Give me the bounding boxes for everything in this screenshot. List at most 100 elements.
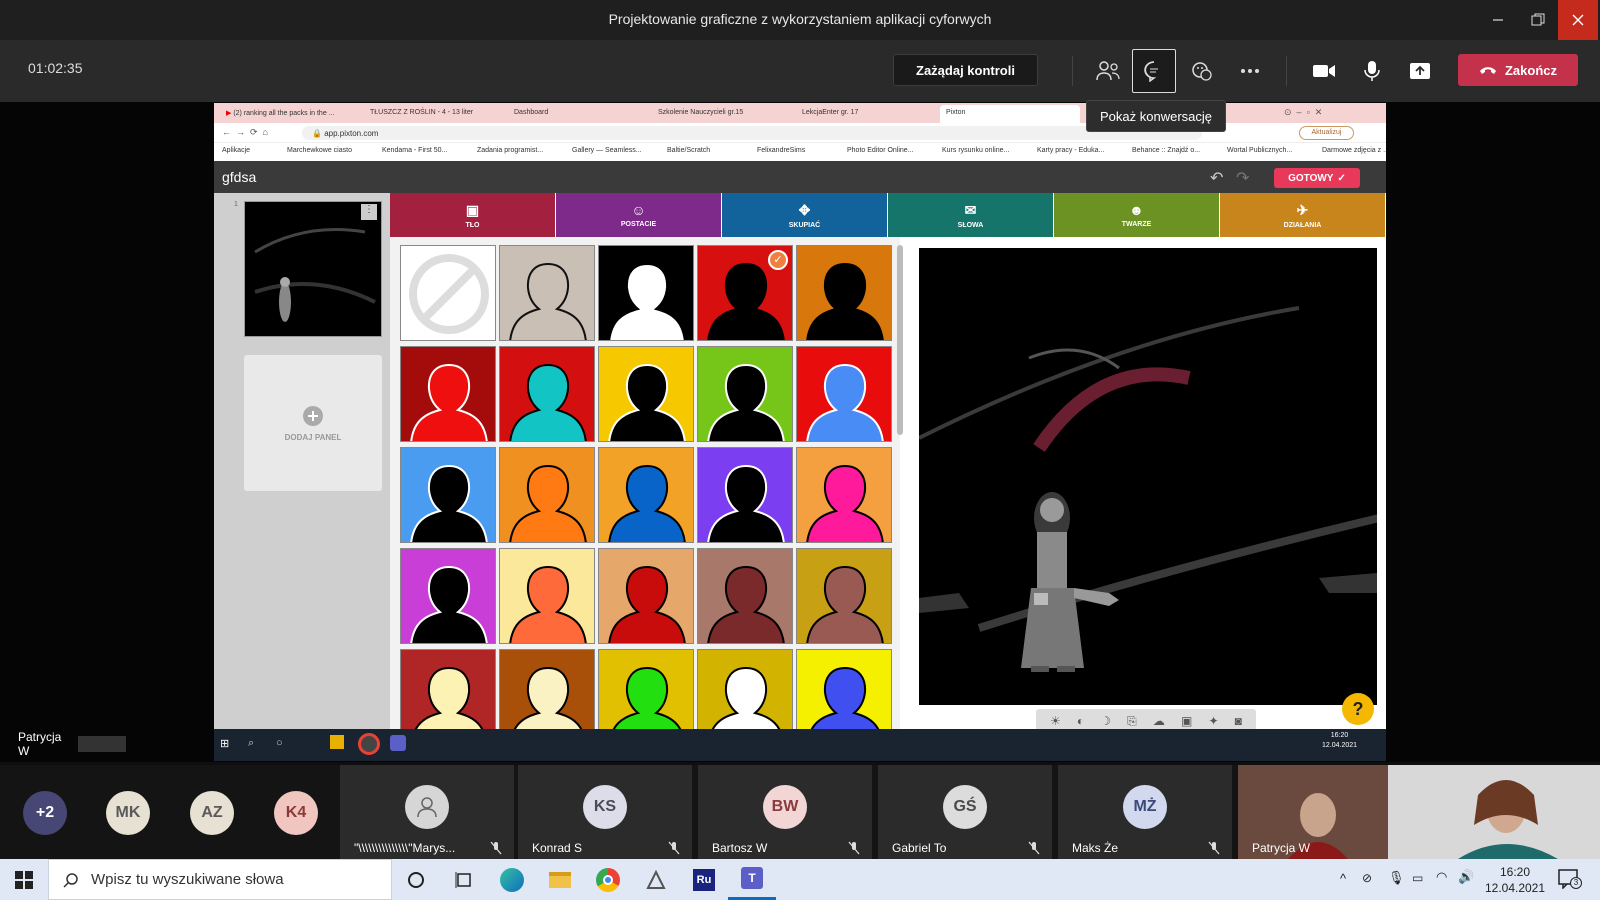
microphone-icon[interactable] [1350, 49, 1394, 93]
tray-app-icon[interactable]: ⊘ [1362, 871, 1372, 885]
skin-color-swatch[interactable] [598, 548, 694, 644]
help-button[interactable]: ? [1342, 693, 1374, 725]
skin-color-swatch[interactable]: ✓ [697, 245, 793, 341]
skin-color-swatch[interactable] [499, 245, 595, 341]
request-control-button[interactable]: Zażądaj kontroli [893, 54, 1038, 86]
skin-color-swatch[interactable] [598, 245, 694, 341]
bookmark-item[interactable]: Zadania programist... [477, 147, 543, 154]
cloud-icon[interactable]: ☁ [1153, 714, 1165, 728]
overflow-participants[interactable]: +2 [23, 791, 67, 835]
participant-tile[interactable]: MŻ Maks Że [1058, 765, 1232, 859]
browser-tab-active[interactable]: Pixton [940, 105, 1080, 123]
minimize-button[interactable] [1478, 0, 1518, 40]
skin-color-swatch[interactable] [796, 346, 892, 442]
comic-canvas[interactable] [919, 248, 1377, 705]
skin-color-swatch[interactable] [796, 245, 892, 341]
cortana-icon[interactable] [392, 859, 440, 900]
restore-button[interactable] [1518, 0, 1558, 40]
system-clock[interactable]: 16:20 12.04.2021 [1480, 864, 1550, 896]
volume-icon[interactable]: 🔊 [1458, 869, 1474, 885]
edge-icon[interactable] [488, 859, 536, 900]
participant-tile[interactable]: "\\\\\\\\\\\\\\\"Marys... [340, 765, 514, 859]
chrome-icon[interactable] [584, 859, 632, 900]
participant-avatar[interactable]: MK [106, 791, 150, 835]
task-view-icon[interactable] [440, 859, 488, 900]
participant-tile[interactable]: BW Bartosz W [698, 765, 872, 859]
bookmark-item[interactable]: Aplikacje [222, 147, 250, 154]
skin-color-swatch[interactable] [499, 346, 595, 442]
brightness-icon[interactable]: ☀ [1050, 714, 1061, 728]
bookmark-item[interactable]: Wortal Publicznych... [1227, 147, 1292, 154]
bookmark-item[interactable]: Gallery — Seamless... [572, 147, 642, 154]
update-button[interactable]: Aktualizuj [1299, 126, 1354, 140]
browser-tab[interactable]: LekcjaEnter gr. 17 [796, 105, 936, 123]
sparkle-icon[interactable]: ✦ [1208, 714, 1218, 728]
browser-tab[interactable]: Szkolenie Nauczycieli gr.15 [652, 105, 792, 123]
skin-color-swatch[interactable] [796, 548, 892, 644]
skin-color-swatch[interactable] [400, 548, 496, 644]
bookmark-item[interactable]: FelixandreSims [757, 147, 805, 154]
add-panel-button[interactable]: DODAJ PANEL [244, 355, 382, 491]
image-icon[interactable]: ▣ [1181, 714, 1192, 728]
bookmark-item[interactable]: Kendama - First 50... [382, 147, 447, 154]
video-feed[interactable]: Patrycja W [1238, 765, 1600, 859]
close-button[interactable] [1558, 0, 1598, 40]
undo-icon[interactable]: ↶ [1210, 168, 1223, 188]
bookmark-item[interactable]: Karty pracy - Eduka... [1037, 147, 1104, 154]
bookmark-item[interactable]: Baltie/Scratch [667, 147, 710, 154]
teams-icon[interactable]: T [728, 859, 776, 900]
paint-icon[interactable] [632, 859, 680, 900]
category-tab-działania[interactable]: ✈ DZIAŁANIA [1220, 193, 1385, 237]
grid-scrollbar[interactable] [897, 245, 903, 435]
chat-icon[interactable] [1132, 49, 1176, 93]
category-tab-postacie[interactable]: ☺ POSTACIE [556, 193, 721, 237]
browser-window-controls[interactable]: ⊙ – ▫ ✕ [1284, 107, 1322, 118]
done-button[interactable]: GOTOWY ✓ [1274, 168, 1360, 188]
share-screen-icon[interactable] [1398, 49, 1442, 93]
participant-avatar[interactable]: K4 [274, 791, 318, 835]
windows-start-icon[interactable] [0, 859, 48, 900]
category-tab-twarze[interactable]: ☻ TWARZE [1054, 193, 1219, 237]
camera-icon[interactable]: ◙ [1235, 714, 1242, 728]
ru-app-icon[interactable]: Ru [680, 859, 728, 900]
skin-color-swatch[interactable] [796, 447, 892, 543]
skin-color-swatch[interactable] [598, 447, 694, 543]
participant-tile[interactable]: KS Konrad S [518, 765, 692, 859]
bookmark-item[interactable]: Darmowe zdjęcia z ... [1322, 147, 1386, 154]
category-tab-skupiać[interactable]: ✥ SKUPIAĆ [722, 193, 887, 237]
nav-buttons[interactable]: ← → ⟳ ⌂ [222, 127, 268, 138]
category-tab-tło[interactable]: ▣ TŁO [390, 193, 555, 237]
wifi-icon[interactable]: ◠ [1436, 869, 1447, 885]
skin-color-swatch[interactable] [400, 447, 496, 543]
browser-tab[interactable]: TŁUSZCZ Z ROŚLIN - 4 - 13 liter [364, 105, 504, 123]
skin-color-swatch[interactable] [598, 346, 694, 442]
camera-icon[interactable] [1302, 49, 1346, 93]
participant-avatar[interactable]: AZ [190, 791, 234, 835]
skin-color-swatch[interactable] [499, 447, 595, 543]
category-tab-słowa[interactable]: ✉ SŁOWA [888, 193, 1053, 237]
reactions-icon[interactable] [1180, 49, 1224, 93]
bookmark-item[interactable]: Marchewkowe ciasto [287, 147, 352, 154]
leave-button[interactable]: Zakończ [1458, 54, 1578, 86]
bookmark-item[interactable]: Behance :: Znajdź o... [1132, 147, 1200, 154]
battery-icon[interactable]: ▭ [1412, 871, 1423, 885]
participant-tile[interactable]: GŚ Gabriel To [878, 765, 1052, 859]
skin-color-swatch[interactable] [697, 447, 793, 543]
skin-color-swatch[interactable] [697, 548, 793, 644]
file-explorer-icon[interactable] [536, 859, 584, 900]
participants-icon[interactable] [1086, 49, 1130, 93]
panel-thumbnail[interactable]: ⋮ [244, 201, 382, 337]
bookmark-item[interactable]: Kurs rysunku online... [942, 147, 1009, 154]
url-field[interactable]: 🔒 app.pixton.com [302, 126, 1202, 140]
export-icon[interactable]: ⎘ [1127, 714, 1137, 729]
moon-icon[interactable]: ◐ [1077, 714, 1084, 728]
skin-color-swatch[interactable] [400, 245, 496, 341]
panel-menu-icon[interactable]: ⋮ [361, 204, 377, 220]
bookmark-item[interactable]: Photo Editor Online... [847, 147, 914, 154]
redo-icon[interactable]: ↷ [1236, 168, 1249, 188]
notifications-icon[interactable]: 3 [1558, 869, 1582, 889]
tray-microphone-icon[interactable]: 🎙 [1388, 870, 1405, 886]
browser-tab[interactable]: ▶ (2) ranking all the packs in the ... [220, 105, 360, 123]
tray-chevron-icon[interactable]: ^ [1340, 871, 1346, 886]
more-options-icon[interactable] [1228, 49, 1272, 93]
